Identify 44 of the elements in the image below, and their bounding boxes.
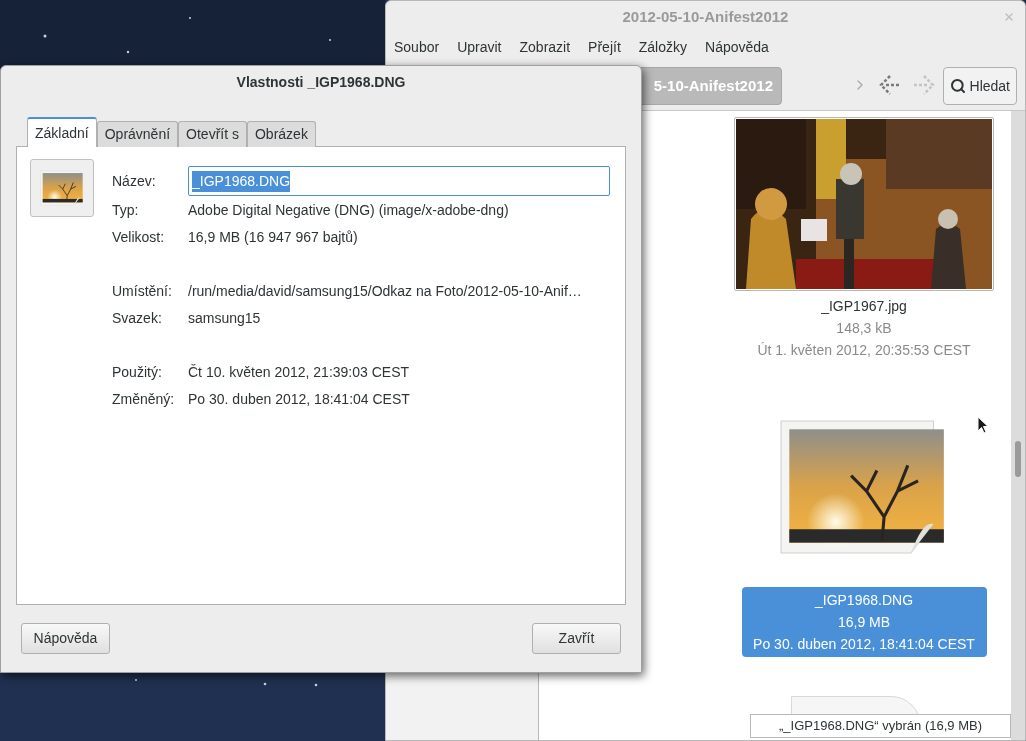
help-button[interactable]: Nápověda xyxy=(21,623,110,654)
field-value: Čt 10. květen 2012, 21:39:03 CEST xyxy=(188,363,410,382)
field-label: Změněný: xyxy=(112,390,176,409)
cursor-icon xyxy=(977,416,989,434)
menu-item[interactable]: Nápověda xyxy=(705,36,769,58)
menu-item[interactable]: Přejít xyxy=(588,36,621,58)
status-label: „_IGP1968.DNG“ vybrán (16,9 MB) xyxy=(750,714,1011,738)
field-label: Použitý: xyxy=(112,363,163,382)
search-button[interactable]: Hledat xyxy=(942,67,1017,105)
field-value: samsung15 xyxy=(188,309,261,328)
tab[interactable]: Oprávnění xyxy=(96,121,179,147)
file-date: Út 1. květen 2012, 20:35:53 CEST xyxy=(757,341,971,360)
search-icon xyxy=(949,78,966,94)
back-arrow-icon[interactable] xyxy=(878,74,902,96)
close-button[interactable]: Zavřít xyxy=(532,623,621,654)
field-value: Po 30. duben 2012, 18:41:04 CEST xyxy=(188,390,410,409)
file-name: _IGP1967.jpg xyxy=(821,297,907,316)
menu-item[interactable]: Záložky xyxy=(638,36,687,58)
file-date: Po 30. duben 2012, 18:41:04 CEST xyxy=(753,635,975,654)
menu-item[interactable]: Zobrazit xyxy=(519,36,571,58)
dialog-title: Vlastnosti _IGP1968.DNG xyxy=(236,72,406,92)
forward-arrow-icon[interactable] xyxy=(912,74,936,96)
file-size: 16,9 MB xyxy=(837,613,891,632)
field-label: Umístění: xyxy=(112,282,173,301)
file-icon-button[interactable] xyxy=(30,159,94,217)
scrollbar[interactable] xyxy=(1011,111,1025,740)
field-value: Adobe Digital Negative (DNG) (image/x-adobe-dng) xyxy=(188,201,509,220)
menu-item[interactable]: Upravit xyxy=(457,36,502,58)
file-name: _IGP1968.DNG xyxy=(814,591,914,610)
tab[interactable]: Základní xyxy=(27,117,97,147)
field-label: Název: xyxy=(112,171,157,191)
field-value: 16,9 MB (16 947 967 bajtů) xyxy=(188,228,358,247)
field-label: Velikost: xyxy=(112,228,166,247)
image-icon xyxy=(40,170,84,206)
tab[interactable]: Otevřít s xyxy=(178,121,247,147)
menu-item[interactable]: Soubor xyxy=(394,36,440,58)
close-icon[interactable] xyxy=(1003,11,1015,23)
window-title: 2012-05-10-Anifest2012 xyxy=(622,6,789,27)
field-label: Svazek: xyxy=(112,309,163,328)
field-label: Typ: xyxy=(112,201,140,220)
tab[interactable]: Obrázek xyxy=(247,121,316,147)
file-label[interactable]: _IGP1967.jpg 148,3 kB Út 1. květen 2012, 20:35:53 CEST xyxy=(757,295,971,361)
field-value: /run/media/david/samsung15/Odkaz na Foto/2012-05-10-Anif… xyxy=(188,282,582,301)
file-size: 148,3 kB xyxy=(836,319,892,338)
